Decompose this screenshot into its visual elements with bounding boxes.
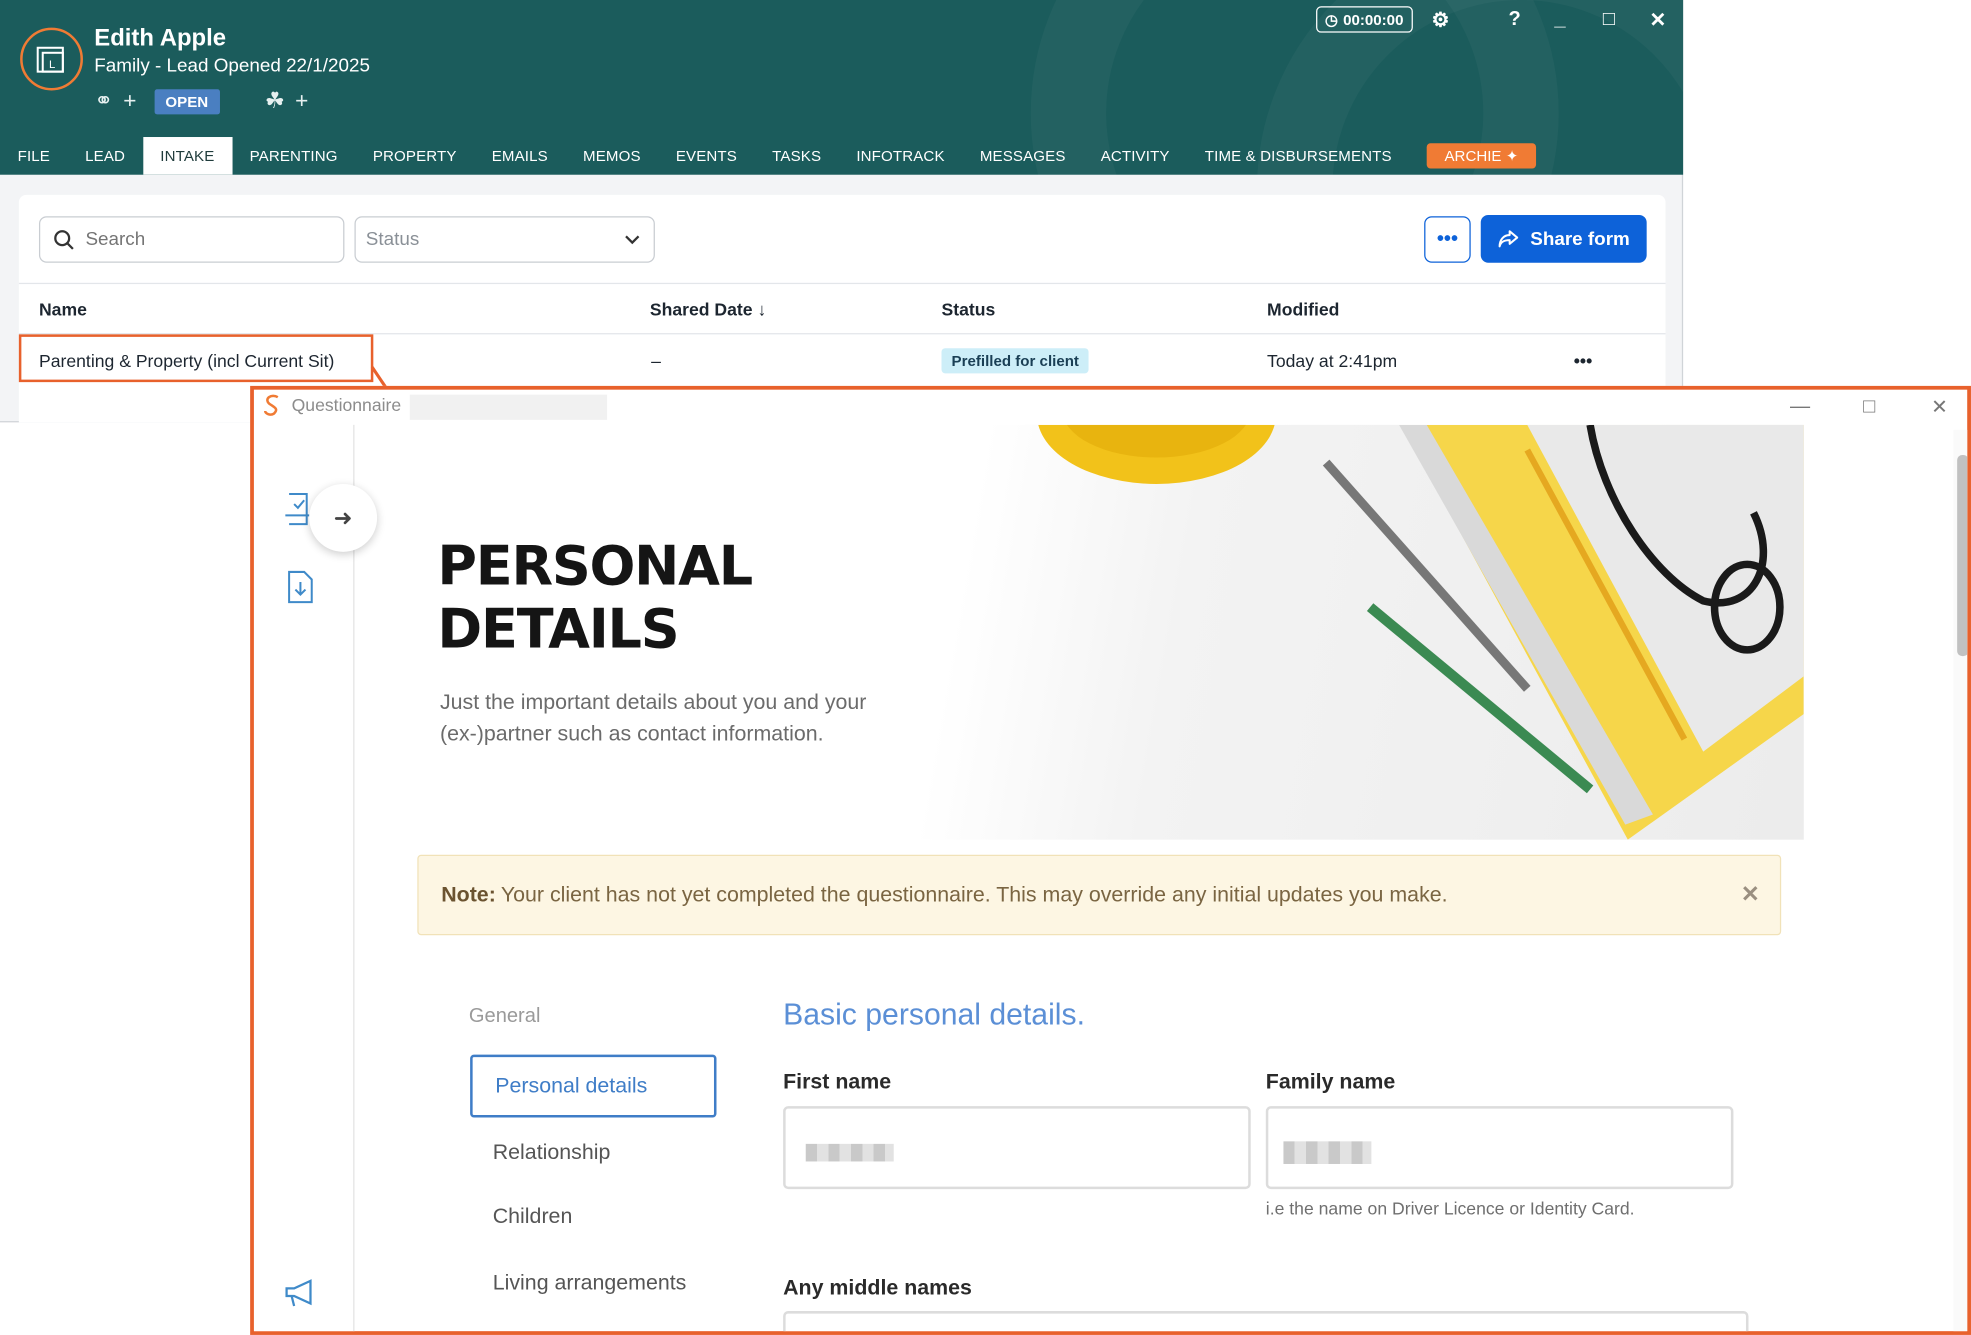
more-options-button[interactable]: ••• [1424, 216, 1471, 263]
middle-names-field[interactable] [783, 1311, 1749, 1332]
row-modified: Today at 2:41pm [1267, 350, 1398, 371]
tab-events[interactable]: EVENTS [658, 137, 754, 175]
questionnaire-sidebar [253, 424, 355, 1332]
tab-emails[interactable]: EMAILS [474, 137, 565, 175]
download-file-icon[interactable] [282, 568, 320, 606]
tab-time-disbursements[interactable]: TIME & DISBURSEMENTS [1187, 137, 1409, 175]
column-name[interactable]: Name [39, 299, 87, 319]
gear-icon[interactable]: ⚙ [1427, 5, 1455, 35]
scrollbar[interactable] [1953, 429, 1968, 1332]
share-icon [1499, 230, 1519, 248]
hero-title: PERSONAL DETAILS [437, 535, 753, 662]
redacted-value [805, 1143, 894, 1162]
hero-banner: PERSONAL DETAILS Just the important deta… [395, 424, 1804, 840]
clock-icon: ◷ [1324, 10, 1339, 29]
sort-down-icon: ↓ [757, 298, 767, 319]
column-shared-date[interactable]: Shared Date ↓ [650, 299, 766, 319]
middle-names-label: Any middle names [783, 1275, 972, 1300]
tab-messages[interactable]: MESSAGES [962, 137, 1083, 175]
hero-subtitle: Just the important details about you and… [439, 690, 867, 746]
app-logo-icon [263, 394, 279, 416]
archie-label: ARCHIE [1444, 147, 1502, 165]
matter-name: Edith Apple [94, 25, 227, 52]
add-tag-icon[interactable]: + [295, 88, 308, 114]
nav-relationship[interactable]: Relationship [470, 1121, 716, 1184]
tab-parenting[interactable]: PARENTING [232, 137, 355, 175]
family-name-field[interactable] [1265, 1106, 1734, 1190]
row-shared-date: – [651, 350, 661, 371]
search-box[interactable] [38, 216, 345, 263]
share-form-button[interactable]: Share form [1480, 214, 1647, 263]
minimize-icon[interactable]: _ [1546, 5, 1574, 35]
highlight-box [18, 334, 374, 383]
status-filter-placeholder: Status [365, 228, 420, 251]
search-input[interactable] [85, 228, 312, 251]
first-name-label: First name [783, 1069, 892, 1094]
main-app-window: L Edith Apple Family - Lead Opened 22/1/… [0, 0, 1684, 423]
maximize-icon[interactable]: □ [1595, 5, 1623, 35]
matter-folder-icon[interactable]: L [20, 27, 83, 91]
sparkle-icon: ✦ [1505, 147, 1519, 165]
tab-tasks[interactable]: TASKS [755, 137, 839, 175]
add-link-icon[interactable]: + [123, 88, 136, 114]
link-matter-icon[interactable]: ⚭ [94, 88, 113, 114]
dismiss-note-icon[interactable]: ✕ [1741, 881, 1760, 907]
maximize-icon[interactable]: □ [1853, 395, 1886, 420]
nav-children[interactable]: Children [470, 1185, 716, 1248]
megaphone-icon[interactable] [282, 1275, 320, 1313]
note-label: Note: [441, 882, 496, 907]
tab-activity[interactable]: ACTIVITY [1083, 137, 1187, 175]
arrow-right-bar-icon: ➜ [333, 504, 353, 530]
warning-note: Note: Your client has not yet completed … [417, 854, 1782, 936]
tab-lead[interactable]: LEAD [68, 137, 143, 175]
close-icon[interactable]: ✕ [1644, 5, 1672, 35]
hero-title-line1: PERSONAL [437, 535, 753, 599]
tag-icon[interactable]: ☘ [265, 88, 285, 114]
search-icon [54, 229, 74, 250]
note-text: Your client has not yet completed the qu… [500, 882, 1448, 907]
family-name-hint: i.e the name on Driver Licence or Identi… [1265, 1197, 1635, 1219]
matter-subtitle: Family - Lead Opened 22/1/2025 [94, 55, 370, 77]
redacted-title [409, 394, 608, 420]
scrollbar-thumb[interactable] [1957, 455, 1968, 657]
status-badge: Prefilled for client [941, 348, 1090, 374]
close-icon[interactable]: ✕ [1923, 395, 1956, 420]
nav-personal-details[interactable]: Personal details [470, 1054, 717, 1118]
table-header: Name Shared Date ↓ Status Modified [18, 282, 1666, 335]
archie-button[interactable]: ARCHIE ✦ [1426, 143, 1536, 169]
expand-sidebar-button[interactable]: ➜ [309, 483, 378, 552]
help-icon[interactable]: ? [1501, 5, 1529, 35]
svg-text:L: L [49, 59, 55, 71]
matter-tabs: FILE LEAD INTAKE PARENTING PROPERTY EMAI… [0, 137, 1536, 175]
section-group-label: General [468, 1005, 541, 1027]
first-name-field[interactable] [783, 1106, 1251, 1190]
matter-header: L Edith Apple Family - Lead Opened 22/1/… [0, 0, 1684, 175]
stationery-illustration-icon [1038, 424, 1804, 840]
tab-property[interactable]: PROPERTY [355, 137, 474, 175]
redacted-value [1283, 1141, 1372, 1164]
tab-infotrack[interactable]: INFOTRACK [839, 137, 962, 175]
family-name-label: Family name [1265, 1069, 1396, 1094]
tab-intake[interactable]: INTAKE [142, 137, 232, 175]
column-shared-date-label: Shared Date [649, 298, 753, 319]
section-title: Basic personal details. [783, 998, 1085, 1032]
status-filter-dropdown[interactable]: Status [354, 216, 655, 263]
share-form-label: Share form [1530, 228, 1630, 250]
column-status[interactable]: Status [941, 299, 995, 319]
hero-title-line2: DETAILS [437, 598, 679, 662]
questionnaire-window: Questionnaire — □ ✕ ➜ PERSONAL DETAILS J… [250, 385, 1971, 1335]
nav-living-arrangements[interactable]: Living arrangements [470, 1252, 716, 1315]
status-badge[interactable]: OPEN [154, 88, 220, 114]
tab-memos[interactable]: MEMOS [565, 137, 658, 175]
row-more-button[interactable]: ••• [1574, 351, 1593, 371]
tab-file[interactable]: FILE [0, 137, 68, 175]
minimize-icon[interactable]: — [1784, 395, 1817, 420]
timer-button[interactable]: ◷ 00:00:00 [1316, 6, 1413, 33]
window-title: Questionnaire [291, 394, 402, 415]
timer-value: 00:00:00 [1343, 10, 1404, 29]
column-modified[interactable]: Modified [1267, 299, 1339, 319]
chevron-down-icon [625, 234, 640, 244]
